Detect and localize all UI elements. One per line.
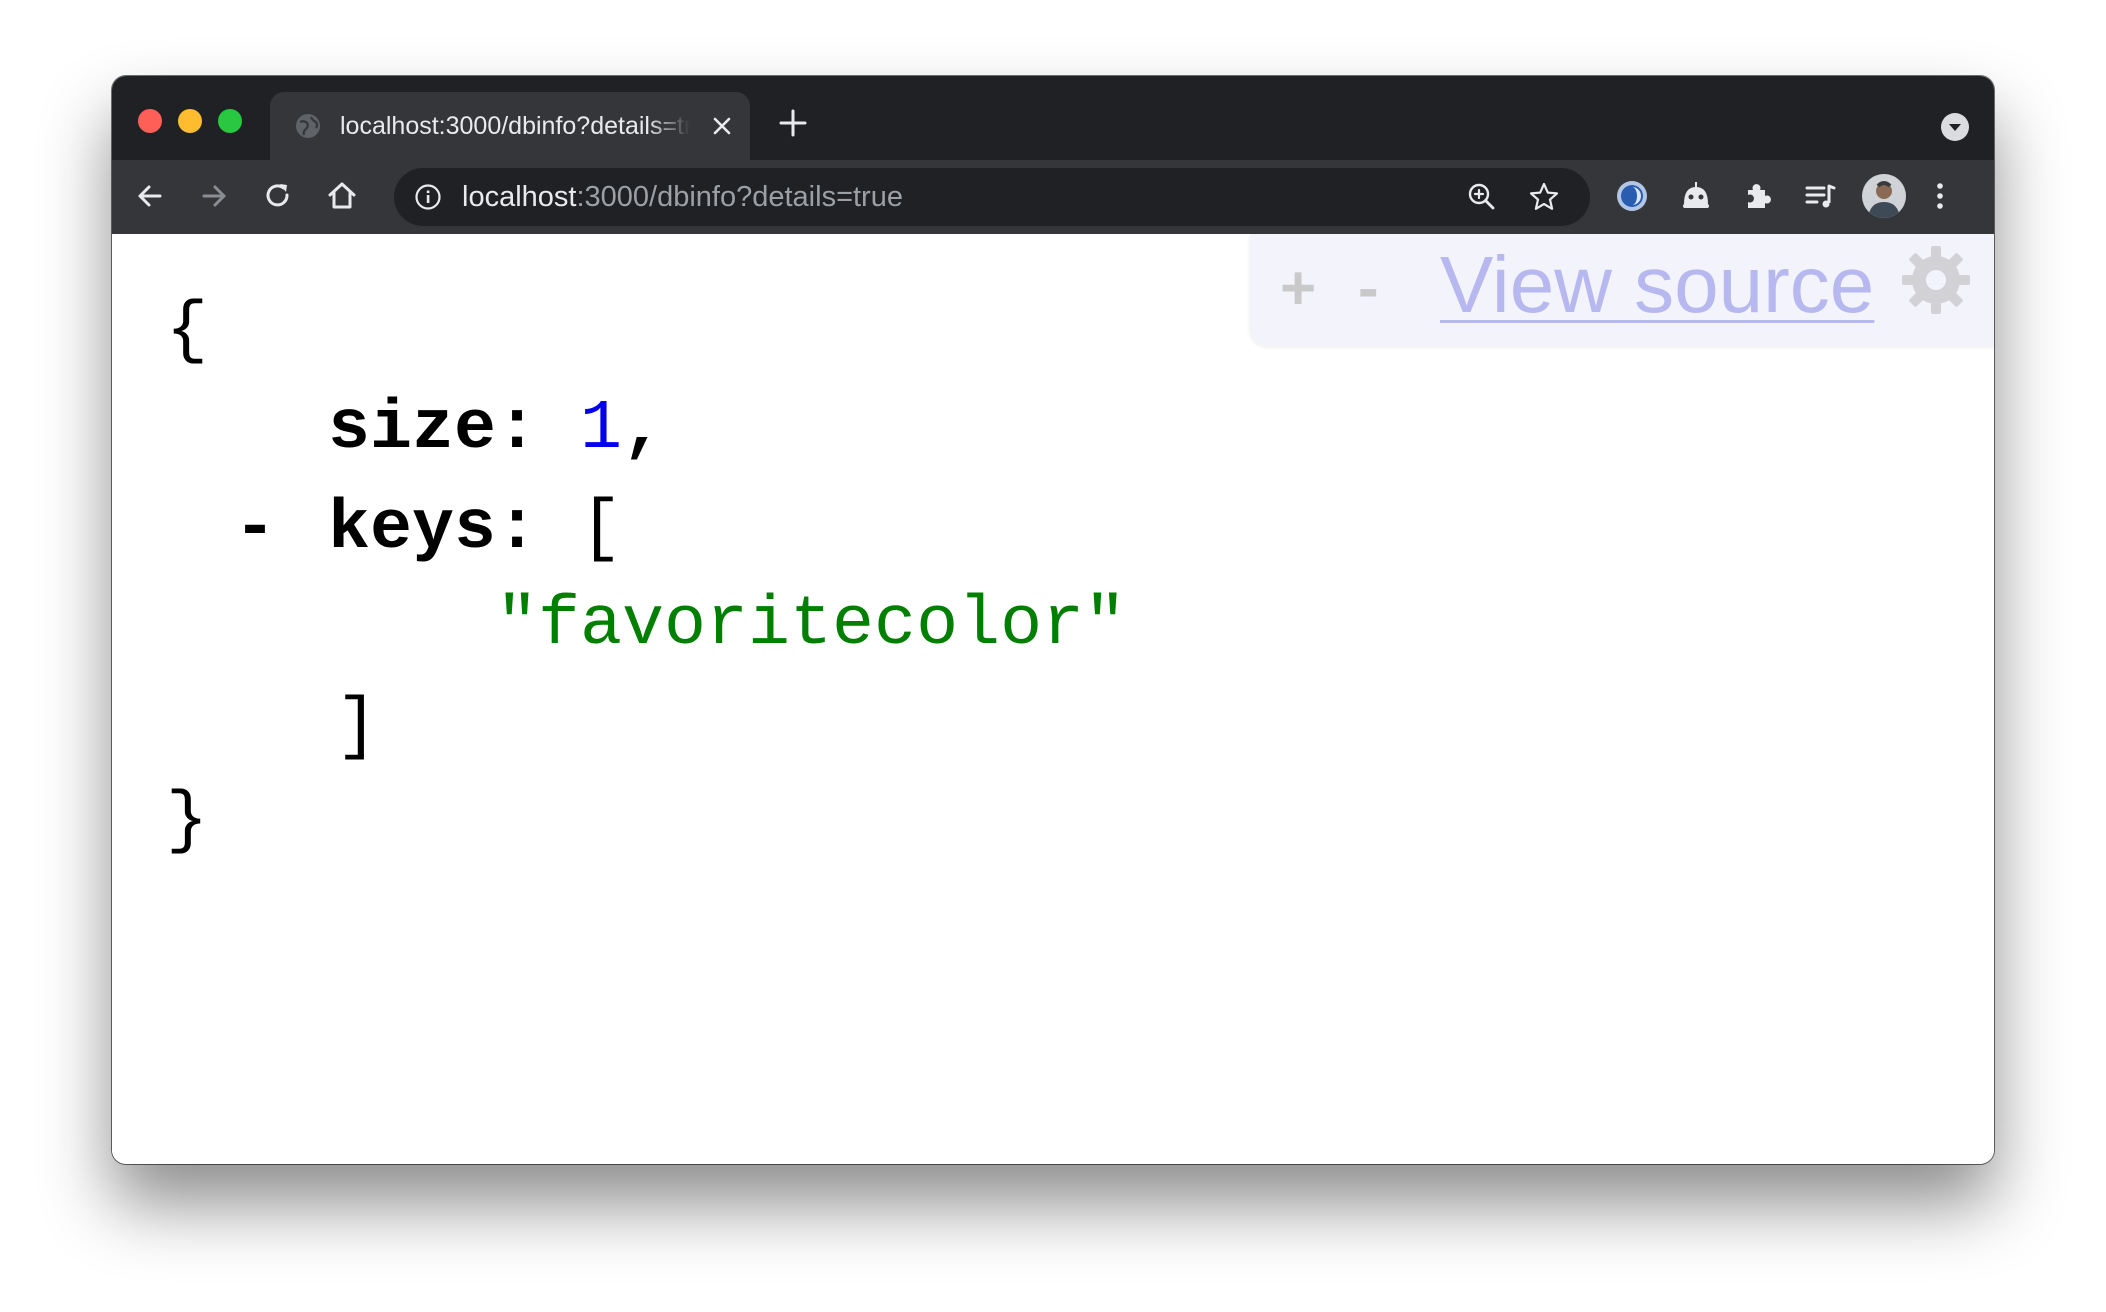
json-key-size: size — [328, 390, 497, 469]
json-colon: : — [496, 390, 581, 469]
url-text[interactable]: localhost:3000/dbinfo?details=true — [462, 168, 903, 226]
page-content: { size: 1, - keys: [ "favoritecolor" ] }… — [112, 234, 1994, 1164]
expand-all-button[interactable]: + — [1280, 254, 1316, 324]
robot-extension-icon[interactable] — [1678, 178, 1714, 214]
gear-icon[interactable] — [1898, 242, 1974, 318]
collapse-all-button[interactable]: - — [1358, 254, 1379, 324]
json-close-bracket: ] — [336, 688, 379, 767]
url-path: :3000/dbinfo?details=true — [576, 181, 903, 213]
json-open-bracket: [ — [580, 490, 623, 569]
puzzle-extensions-icon[interactable] — [1740, 178, 1776, 214]
media-queue-icon[interactable] — [1802, 178, 1838, 214]
json-close-brace: } — [166, 782, 209, 861]
profile-avatar[interactable] — [1862, 174, 1906, 218]
active-tab[interactable]: localhost:3000/dbinfo?details=true — [270, 92, 750, 160]
forward-arrow-icon[interactable] — [196, 178, 232, 214]
json-open-brace: { — [166, 292, 209, 371]
maximize-window-button[interactable] — [218, 109, 242, 133]
json-key-keys: keys — [328, 490, 497, 569]
close-tab-icon[interactable] — [710, 114, 734, 138]
site-info-icon[interactable] — [414, 183, 442, 211]
json-colon: : — [496, 490, 581, 569]
close-window-button[interactable] — [138, 109, 162, 133]
user-avatar-icon — [1862, 174, 1906, 218]
reload-icon[interactable] — [260, 178, 296, 214]
new-tab-icon[interactable] — [778, 108, 808, 138]
tab-strip: localhost:3000/dbinfo?details=true — [112, 76, 1994, 160]
json-string-value: "favoritecolor" — [496, 586, 1127, 665]
view-source-link[interactable]: View source — [1440, 240, 1874, 330]
json-comma: , — [622, 390, 665, 469]
json-number-value: 1 — [580, 390, 623, 469]
bookmark-star-icon[interactable] — [1528, 181, 1560, 213]
address-bar[interactable]: localhost:3000/dbinfo?details=true — [394, 168, 1590, 226]
home-icon[interactable] — [324, 178, 360, 214]
json-keys-row: keys: [ — [328, 490, 622, 570]
url-host: localhost — [462, 181, 577, 213]
json-viewer-toolbar: + - View source — [1250, 234, 1994, 346]
json-size-row: size: 1, — [328, 390, 664, 470]
blue-circle-extension-icon[interactable] — [1614, 178, 1650, 214]
globe-icon — [296, 114, 320, 138]
minimize-window-button[interactable] — [178, 109, 202, 133]
tab-title: localhost:3000/dbinfo?details=true — [340, 112, 690, 140]
more-menu-icon[interactable] — [1922, 178, 1958, 214]
tab-search-icon[interactable] — [1940, 112, 1970, 142]
zoom-icon[interactable] — [1466, 181, 1498, 213]
back-arrow-icon[interactable] — [132, 178, 168, 214]
browser-window: localhost:3000/dbinfo?details=true local… — [112, 76, 1994, 1164]
collapse-toggle-keys[interactable]: - — [234, 490, 276, 570]
navigation-toolbar: localhost:3000/dbinfo?details=true — [112, 160, 1994, 234]
